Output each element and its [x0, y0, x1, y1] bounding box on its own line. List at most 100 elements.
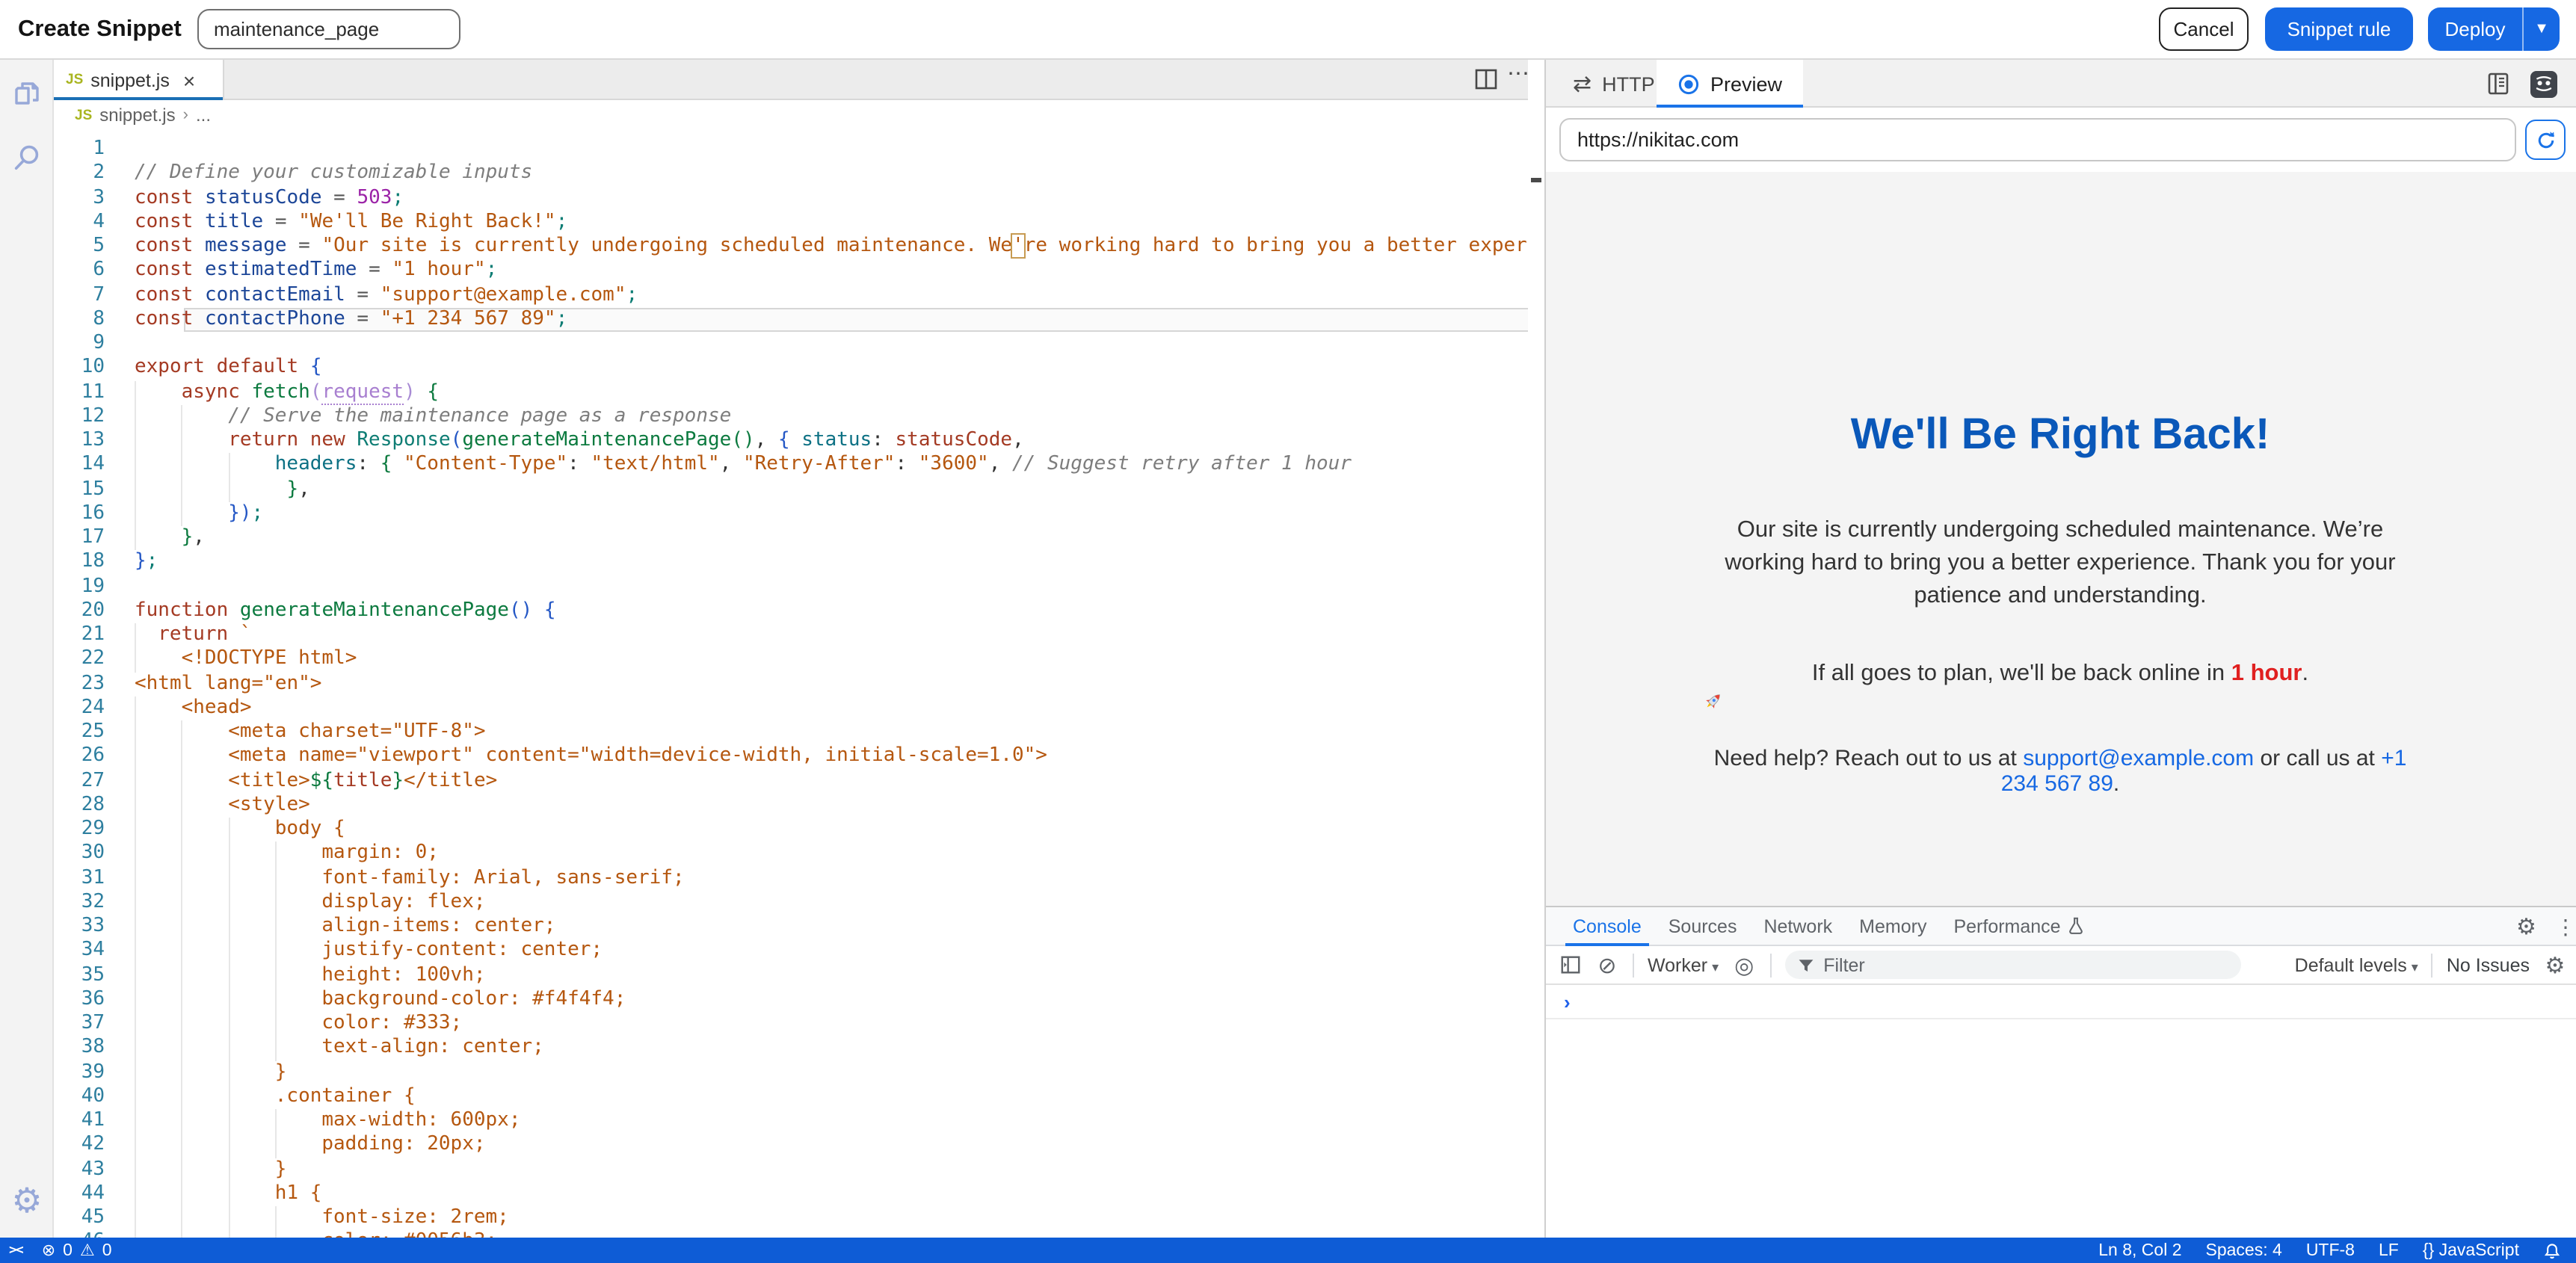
code-line[interactable]: 27<title>${title}</title> — [54, 769, 1528, 794]
deploy-dropdown-caret-icon[interactable]: ▼ — [2524, 21, 2560, 37]
console-sidebar-toggle-icon[interactable] — [1558, 953, 1582, 977]
discord-icon[interactable] — [2530, 70, 2558, 99]
code-line[interactable]: 15 }, — [54, 478, 1528, 502]
preview-url-input[interactable]: https://nikitac.com — [1559, 118, 2516, 161]
code-line[interactable]: 44h1 { — [54, 1182, 1528, 1207]
remote-indicator-icon[interactable]: >< — [9, 1243, 22, 1258]
deploy-split-button[interactable]: Deploy ▼ — [2428, 7, 2560, 51]
code-line[interactable]: 40.container { — [54, 1085, 1528, 1110]
split-editor-icon[interactable] — [1473, 66, 1500, 93]
code-line[interactable]: 9 — [54, 332, 1528, 356]
code-line[interactable]: 43} — [54, 1158, 1528, 1182]
code-line[interactable]: 1 — [54, 138, 1528, 162]
code-line[interactable]: 41max-width: 600px; — [54, 1109, 1528, 1134]
code-line[interactable]: 18}; — [54, 551, 1528, 575]
code-line[interactable]: 12// Serve the maintenance page as a res… — [54, 405, 1528, 430]
code-line[interactable]: 23<html lang="en"> — [54, 672, 1528, 697]
code-line[interactable]: 46color: #0056b3; — [54, 1231, 1528, 1238]
code-token: new — [310, 429, 345, 451]
devtools-tab-console[interactable]: Console — [1559, 907, 1655, 945]
default-levels-dropdown[interactable]: Default levels▾ — [2295, 954, 2418, 975]
flask-icon — [2067, 916, 2086, 936]
code-line[interactable]: 45font-size: 2rem; — [54, 1206, 1528, 1231]
code-line[interactable]: 7const contactEmail = "support@example.c… — [54, 283, 1528, 308]
devtools-tab-label: Performance — [1953, 915, 2060, 936]
devtools-tab-network[interactable]: Network — [1750, 907, 1846, 945]
code-line[interactable]: 37color: #333; — [54, 1012, 1528, 1037]
code-line[interactable]: 3const statusCode = 503; — [54, 186, 1528, 211]
console-filter-input[interactable]: Filter — [1784, 951, 2240, 979]
error-count[interactable]: 0 — [63, 1241, 73, 1259]
refresh-button[interactable] — [2525, 120, 2566, 160]
code-line[interactable]: 30margin: 0; — [54, 842, 1528, 867]
code-line[interactable]: 34justify-content: center; — [54, 939, 1528, 964]
devtools-tab-sources[interactable]: Sources — [1655, 907, 1751, 945]
tab-close-icon[interactable]: × — [183, 68, 195, 92]
code-line[interactable]: 2// Define your customizable inputs — [54, 162, 1528, 187]
devtools-tab-memory[interactable]: Memory — [1846, 907, 1940, 945]
code-line[interactable]: 13return new Response(generateMaintenanc… — [54, 429, 1528, 454]
code-line[interactable]: 31font-family: Arial, sans-serif; — [54, 866, 1528, 891]
warning-count[interactable]: 0 — [102, 1241, 112, 1259]
breadcrumb[interactable]: JS snippet.js › ... — [54, 100, 1544, 130]
code-line[interactable]: 39} — [54, 1060, 1528, 1085]
code-line[interactable]: 38text-align: center; — [54, 1037, 1528, 1061]
code-line[interactable]: 21return ` — [54, 623, 1528, 648]
code-line[interactable]: 6const estimatedTime = "1 hour"; — [54, 259, 1528, 284]
code-token — [135, 1134, 182, 1158]
devtools-settings-gear-icon[interactable]: ⚙ — [2516, 907, 2536, 946]
breadcrumb-symbol[interactable]: ... — [196, 105, 211, 126]
code-line[interactable]: 19 — [54, 575, 1528, 599]
docs-book-icon[interactable] — [2485, 70, 2512, 97]
clear-console-icon[interactable]: ⊘ — [1595, 953, 1619, 977]
code-line[interactable]: 29body { — [54, 818, 1528, 842]
eol-setting[interactable]: LF — [2379, 1241, 2399, 1259]
warnings-icon[interactable]: ⚠ — [80, 1241, 95, 1260]
devtools-tab-performance[interactable]: Performance — [1940, 907, 2099, 945]
tab-snippet-js[interactable]: JS snippet.js × — [54, 60, 224, 100]
deploy-button[interactable]: Deploy — [2428, 18, 2522, 40]
code-line[interactable]: 42padding: 20px; — [54, 1134, 1528, 1158]
code-line[interactable]: 32display: flex; — [54, 891, 1528, 915]
tab-preview[interactable]: Preview — [1657, 60, 1803, 108]
snippet-rule-button[interactable]: Snippet rule — [2265, 7, 2413, 51]
code-line[interactable]: 17}, — [54, 526, 1528, 551]
code-line[interactable]: 24<head> — [54, 697, 1528, 721]
cancel-button[interactable]: Cancel — [2159, 7, 2249, 51]
code-line[interactable]: 8const contactPhone = "+1 234 567 89"; — [54, 308, 1528, 333]
code-line[interactable]: 25<meta charset="UTF-8"> — [54, 720, 1528, 745]
support-email-link[interactable]: support@example.com — [2023, 746, 2254, 771]
search-icon[interactable] — [10, 140, 43, 173]
code-line[interactable]: 11async fetch(request) { — [54, 380, 1528, 405]
console-settings-gear-icon[interactable]: ⚙ — [2543, 953, 2567, 977]
code-line[interactable]: 33align-items: center; — [54, 915, 1528, 939]
indentation-setting[interactable]: Spaces: 4 — [2206, 1241, 2282, 1259]
code-line[interactable]: 4const title = "We'll Be Right Back!"; — [54, 211, 1528, 235]
code-line[interactable]: 10export default { — [54, 356, 1528, 381]
code-line[interactable]: 14headers: { "Content-Type": "text/html"… — [54, 454, 1528, 478]
breadcrumb-file[interactable]: snippet.js — [99, 105, 175, 126]
code-line[interactable]: 20function generateMaintenancePage() { — [54, 599, 1528, 624]
editor-scrollbar[interactable] — [1528, 60, 1544, 1238]
code-line[interactable]: 16}); — [54, 502, 1528, 527]
code-line[interactable]: 5const message = "Our site is currently … — [54, 235, 1528, 259]
cursor-position[interactable]: Ln 8, Col 2 — [2098, 1241, 2181, 1259]
notifications-bell-icon[interactable] — [2543, 1241, 2561, 1259]
errors-icon[interactable]: ⊗ — [42, 1241, 55, 1260]
files-icon[interactable] — [10, 78, 43, 111]
console-prompt-row[interactable]: › — [1546, 985, 2576, 1019]
code-line[interactable]: 22<!DOCTYPE html> — [54, 648, 1528, 673]
language-mode[interactable]: {} JavaScript — [2423, 1241, 2519, 1259]
code-line[interactable]: 36background-color: #f4f4f4; — [54, 988, 1528, 1013]
code-line[interactable]: 35height: 100vh; — [54, 963, 1528, 988]
code-line[interactable]: 26<meta name="viewport" content="width=d… — [54, 745, 1528, 770]
execution-context-dropdown[interactable]: Worker▾ — [1648, 954, 1719, 975]
live-expression-eye-icon[interactable]: ◎ — [1732, 953, 1756, 977]
snippet-name-input[interactable] — [197, 9, 460, 49]
issues-counter[interactable]: No Issues — [2447, 954, 2530, 975]
devtools-kebab-menu-icon[interactable]: ⋮ — [2555, 907, 2576, 946]
settings-gear-icon[interactable]: ⚙ — [10, 1184, 43, 1217]
encoding-setting[interactable]: UTF-8 — [2306, 1241, 2355, 1259]
code-line[interactable]: 28<style> — [54, 794, 1528, 818]
code-editor[interactable]: 12// Define your customizable inputs3con… — [54, 130, 1528, 1238]
